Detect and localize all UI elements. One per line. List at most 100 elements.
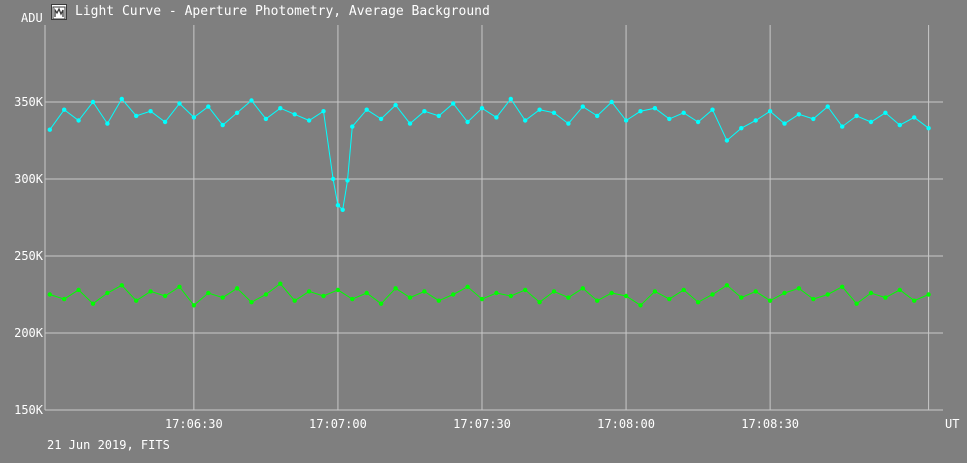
- y-axis-label: ADU: [21, 11, 43, 25]
- data-point: [796, 286, 802, 291]
- data-point: [840, 124, 845, 129]
- data-point: [840, 284, 845, 289]
- data-point: [436, 113, 441, 119]
- data-point: [306, 118, 312, 123]
- data-point: [105, 290, 110, 296]
- data-point: [162, 119, 168, 125]
- data-point: [330, 176, 336, 182]
- data-point: [249, 98, 254, 103]
- data-point: [350, 124, 355, 129]
- data-point: [364, 290, 369, 296]
- data-point: [523, 287, 528, 293]
- data-point: [767, 109, 773, 114]
- data-point: [306, 289, 312, 294]
- data-point: [753, 118, 758, 123]
- data-point: [609, 99, 614, 105]
- data-point: [278, 281, 283, 286]
- data-point: [422, 109, 427, 114]
- data-point: [220, 295, 225, 300]
- data-point: [345, 178, 350, 183]
- data-point: [912, 298, 917, 303]
- data-point: [912, 115, 917, 120]
- series-line: [49, 98, 929, 211]
- x-axis-label: UT: [945, 417, 959, 431]
- y-tick-label: 300K: [14, 172, 44, 186]
- data-point: [811, 296, 816, 302]
- data-point: [119, 283, 125, 288]
- data-point: [767, 298, 773, 303]
- data-point: [134, 298, 139, 303]
- data-point: [407, 121, 413, 126]
- data-point: [695, 300, 701, 305]
- data-point: [782, 121, 787, 126]
- data-point: [263, 292, 269, 297]
- data-point: [652, 106, 658, 111]
- data-point: [340, 207, 345, 212]
- data-point: [623, 293, 629, 299]
- data-point: [897, 122, 902, 128]
- data-point: [825, 104, 830, 109]
- data-point: [868, 119, 874, 125]
- data-point: [90, 99, 96, 105]
- data-point: [667, 116, 672, 122]
- data-point: [652, 289, 658, 294]
- data-point: [350, 296, 355, 302]
- data-point: [681, 287, 686, 293]
- data-point: [523, 118, 528, 123]
- data-point: [206, 104, 211, 109]
- data-point: [681, 110, 686, 116]
- data-point: [292, 298, 297, 303]
- data-point: [119, 96, 125, 102]
- x-tick-label: 17:07:00: [309, 417, 367, 431]
- data-point: [551, 110, 557, 116]
- data-point: [595, 113, 600, 119]
- data-point: [436, 298, 441, 303]
- data-point: [623, 118, 629, 123]
- data-point: [825, 292, 830, 297]
- data-point: [782, 290, 787, 296]
- data-point: [61, 107, 67, 112]
- data-point: [508, 96, 513, 102]
- data-point: [364, 107, 369, 112]
- data-point: [263, 116, 269, 122]
- chart-ticks: 150K 200K 250K 300K 350K 17:06:30 17:07:00 17:0…: [14, 95, 799, 431]
- data-point: [234, 286, 240, 291]
- data-point: [811, 116, 816, 122]
- y-tick-label: 250K: [14, 249, 44, 263]
- data-point: [854, 113, 859, 119]
- data-point: [162, 293, 168, 299]
- data-point: [105, 121, 110, 126]
- y-tick-label: 350K: [14, 95, 44, 109]
- x-tick-label: 17:06:30: [165, 417, 223, 431]
- data-point: [234, 110, 240, 116]
- data-point: [566, 121, 571, 126]
- data-point: [134, 113, 139, 119]
- data-point: [580, 286, 585, 291]
- data-point: [407, 295, 413, 300]
- data-point: [551, 289, 557, 294]
- data-point: [321, 293, 326, 299]
- data-point: [796, 112, 802, 117]
- data-point: [148, 289, 153, 294]
- data-point: [638, 303, 643, 308]
- data-point: [206, 290, 211, 296]
- data-point: [739, 295, 744, 300]
- data-point: [695, 119, 701, 125]
- data-point: [710, 292, 715, 297]
- y-tick-label: 200K: [14, 326, 44, 340]
- data-point: [667, 296, 672, 302]
- data-point: [710, 107, 715, 112]
- data-point: [883, 110, 888, 116]
- data-point: [451, 101, 456, 106]
- data-point: [321, 109, 326, 114]
- data-point: [609, 290, 614, 296]
- data-point: [393, 102, 398, 108]
- data-point: [177, 284, 182, 289]
- data-point: [897, 287, 902, 293]
- data-point: [638, 109, 643, 114]
- data-point: [335, 203, 341, 208]
- data-point: [724, 138, 730, 143]
- data-point: [494, 290, 499, 296]
- series-2: [47, 281, 931, 308]
- data-point: [753, 289, 758, 294]
